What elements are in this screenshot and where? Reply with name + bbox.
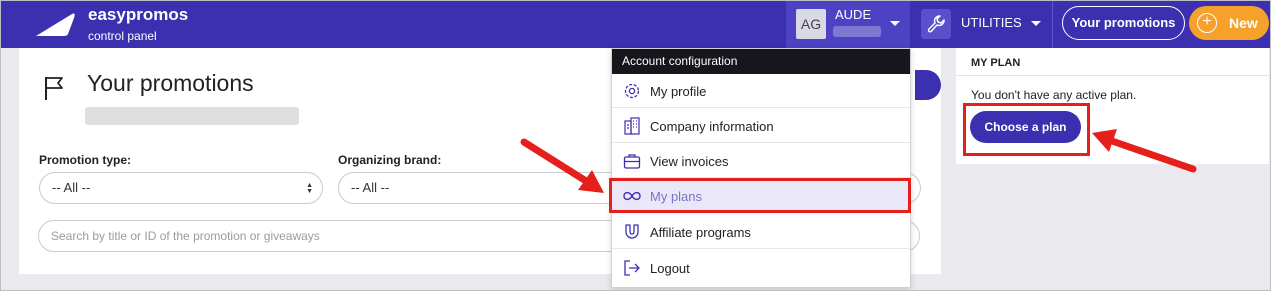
arrow-to-choose-plan	[1092, 129, 1197, 173]
annotation-arrows	[520, 129, 1197, 193]
arrow-to-my-plans	[520, 138, 604, 193]
